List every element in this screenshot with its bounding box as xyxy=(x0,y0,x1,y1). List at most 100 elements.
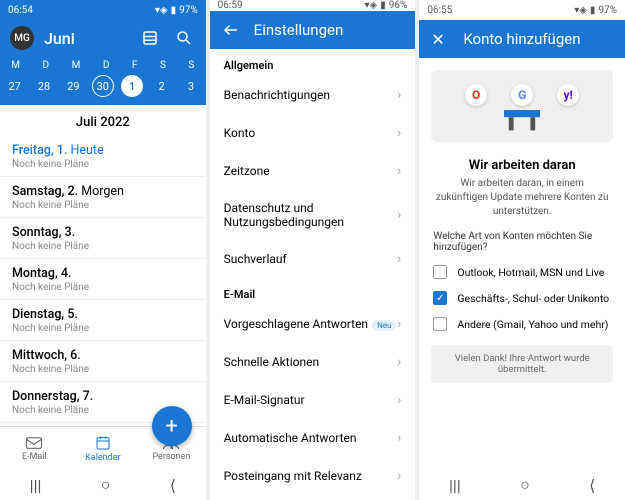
status-time: 06:59 xyxy=(218,0,243,11)
agenda-sub: Noch keine Pläne xyxy=(12,241,194,252)
settings-item[interactable]: Schnelle Aktionen › xyxy=(210,343,416,381)
system-nav: ||| ○ ⟨ xyxy=(419,470,625,500)
option-label: Andere (Gmail, Yahoo und mehr) xyxy=(457,318,608,331)
status-time: 06:55 xyxy=(427,5,452,16)
agenda-day: Montag, 4. xyxy=(12,266,194,281)
option-label: Geschäfts-, Schul- oder Unikonto xyxy=(457,292,609,305)
date-cell[interactable]: 2 xyxy=(151,75,173,97)
avatar[interactable]: MG xyxy=(10,26,34,50)
agenda-item[interactable]: Mittwoch, 6.Noch keine Pläne xyxy=(0,341,206,382)
agenda-list[interactable]: Freitag, 1. HeuteNoch keine PläneSamstag… xyxy=(0,136,206,426)
date-cell[interactable]: 29 xyxy=(62,75,84,97)
fab-add[interactable]: + xyxy=(152,406,192,446)
settings-item-label: E-Mail-Signatur xyxy=(224,393,305,407)
search-icon[interactable] xyxy=(172,26,196,50)
status-bar: 06:59 ▾◈ ▮ 96% xyxy=(210,0,416,11)
settings-item-label: Suchverlauf xyxy=(224,252,287,266)
settings-item[interactable]: Nachrichtenliste› xyxy=(210,495,416,500)
system-nav: ||| ○ ⟨ xyxy=(0,470,206,500)
agenda-sub: Noch keine Pläne xyxy=(12,200,194,211)
recent-apps-icon[interactable]: ||| xyxy=(449,476,461,495)
wifi-icon: ▾◈ xyxy=(155,5,168,16)
weekday-label: D xyxy=(43,60,50,71)
checkbox[interactable] xyxy=(433,265,447,279)
signal-icon: ▮ xyxy=(171,5,177,16)
thanks-message: Vielen Dank! Ihre Antwort wurde übermitt… xyxy=(431,345,613,383)
agenda-item[interactable]: Dienstag, 5.Noch keine Pläne xyxy=(0,300,206,341)
chevron-right-icon: › xyxy=(397,207,401,223)
settings-item[interactable]: Datenschutz und Nutzungsbedingungen› xyxy=(210,190,416,240)
settings-item[interactable]: Benachrichtigungen› xyxy=(210,76,416,114)
agenda-day: Samstag, 2. Morgen xyxy=(12,184,194,199)
agenda-day: Mittwoch, 6. xyxy=(12,348,194,363)
chevron-right-icon: › xyxy=(397,163,401,179)
settings-item[interactable]: E-Mail-Signatur› xyxy=(210,381,416,419)
illustration: O G y! xyxy=(431,70,613,142)
status-bar: 06:55 ▾◈ ▮ 97% xyxy=(419,0,625,20)
battery-text: 97% xyxy=(598,5,617,16)
settings-item[interactable]: Suchverlauf› xyxy=(210,240,416,278)
settings-item[interactable]: Vorgeschlagene AntwortenNeu› xyxy=(210,305,416,343)
dates-row: 27 28 29 30 123 xyxy=(0,73,206,105)
chevron-right-icon: › xyxy=(397,354,401,370)
section-email: E-Mail xyxy=(210,278,416,305)
chevron-right-icon: › xyxy=(397,87,401,103)
nav-email[interactable]: E-Mail xyxy=(0,427,69,470)
checkbox[interactable]: ✓ xyxy=(433,291,447,305)
settings-item[interactable]: Konto› xyxy=(210,114,416,152)
account-option[interactable]: Outlook, Hotmail, MSN und Live xyxy=(419,259,625,285)
account-option[interactable]: Andere (Gmail, Yahoo und mehr) xyxy=(419,311,625,337)
close-icon[interactable]: ✕ xyxy=(431,30,449,48)
google-logo-icon: G xyxy=(511,84,533,106)
settings-item-label: Konto xyxy=(224,126,256,140)
agenda-day: Freitag, 1. Heute xyxy=(12,143,194,158)
weekday-label: S xyxy=(188,60,194,71)
weekday-row: MDMDFSS xyxy=(0,56,206,73)
agenda-day: Dienstag, 5. xyxy=(12,307,194,322)
signal-icon: ▮ xyxy=(590,5,596,16)
weekday-label: D xyxy=(103,60,110,71)
month-separator: Juli 2022 xyxy=(0,105,206,136)
desk-icon xyxy=(487,104,557,134)
chevron-right-icon: › xyxy=(397,430,401,446)
month-title[interactable]: Juni xyxy=(44,29,128,48)
battery-text: 96% xyxy=(389,0,408,11)
agenda-item[interactable]: Montag, 4.Noch keine Pläne xyxy=(0,259,206,300)
back-chevron-icon[interactable]: ⟨ xyxy=(170,476,176,495)
date-cell[interactable]: 1 xyxy=(121,75,143,97)
agenda-item[interactable]: Sonntag, 3.Noch keine Pläne xyxy=(0,218,206,259)
question-text: Welche Art von Konten möchten Sie hinzuf… xyxy=(433,231,611,253)
date-cell[interactable]: 3 xyxy=(180,75,202,97)
agenda-sub: Noch keine Pläne xyxy=(12,364,194,375)
settings-item-label: Automatische Antworten xyxy=(224,431,357,445)
date-cell[interactable]: 30 xyxy=(92,75,114,97)
agenda-view-icon[interactable] xyxy=(138,26,162,50)
agenda-sub: Noch keine Pläne xyxy=(12,323,194,334)
settings-item[interactable]: Zeitzone › xyxy=(210,152,416,190)
back-chevron-icon[interactable]: ⟨ xyxy=(589,476,595,495)
settings-item[interactable]: Automatische Antworten › xyxy=(210,419,416,457)
date-cell[interactable]: 28 xyxy=(33,75,55,97)
settings-item-label: Posteingang mit Relevanz xyxy=(224,469,362,483)
battery-text: 97% xyxy=(179,5,198,16)
recent-apps-icon[interactable]: ||| xyxy=(30,476,42,495)
settings-item-label: Zeitzone xyxy=(224,164,270,178)
settings-item-label: Vorgeschlagene AntwortenNeu xyxy=(224,317,397,331)
home-icon[interactable]: ○ xyxy=(101,475,111,495)
agenda-sub: Noch keine Pläne xyxy=(12,282,194,293)
settings-item[interactable]: Posteingang mit Relevanz› xyxy=(210,457,416,495)
add-account-title: Konto hinzufügen xyxy=(463,30,580,48)
weekday-label: M xyxy=(11,60,20,71)
settings-item-label: Schnelle Aktionen xyxy=(224,355,319,369)
agenda-day: Donnerstag, 7. xyxy=(12,389,194,404)
nav-calendar[interactable]: Kalender xyxy=(69,427,138,470)
option-label: Outlook, Hotmail, MSN und Live xyxy=(457,266,604,279)
account-option[interactable]: ✓ Geschäfts-, Schul- oder Unikonto xyxy=(419,285,625,311)
home-icon[interactable]: ○ xyxy=(520,475,530,495)
back-arrow-icon[interactable] xyxy=(222,21,240,39)
date-cell[interactable]: 27 xyxy=(4,75,26,97)
checkbox[interactable] xyxy=(433,317,447,331)
agenda-item[interactable]: Freitag, 1. HeuteNoch keine Pläne xyxy=(0,136,206,177)
weekday-label: M xyxy=(72,60,81,71)
agenda-item[interactable]: Samstag, 2. MorgenNoch keine Pläne xyxy=(0,177,206,218)
